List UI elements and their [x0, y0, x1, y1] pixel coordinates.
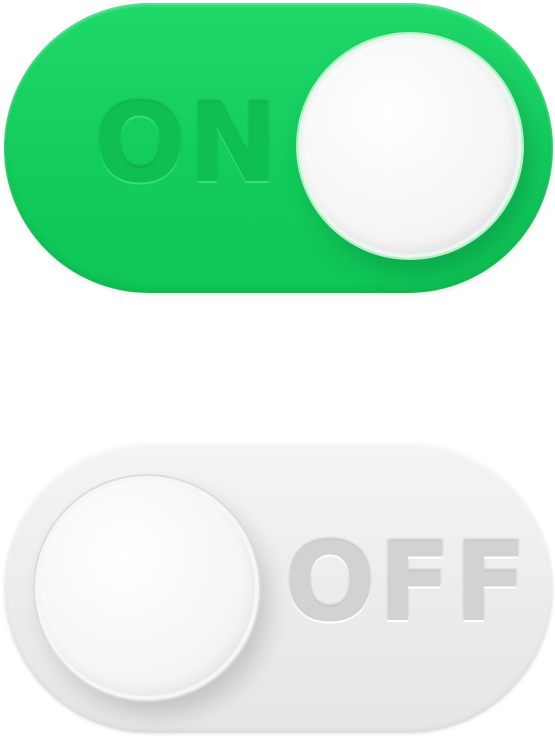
toggle-on-knob[interactable] [298, 34, 522, 258]
toggle-off-label: OFF [284, 521, 530, 646]
toggle-on-label: ON [94, 82, 281, 207]
toggle-off-knob[interactable] [35, 476, 259, 700]
toggle-switch-off[interactable]: OFF [4, 443, 553, 733]
toggle-switch-on[interactable]: ON [4, 3, 553, 293]
